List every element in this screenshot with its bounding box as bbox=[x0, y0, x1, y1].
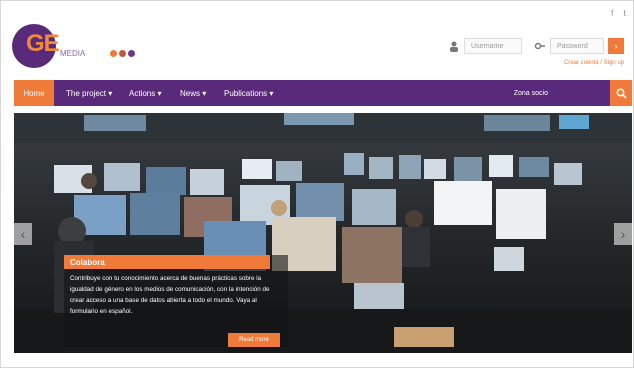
twitter-icon[interactable]: t bbox=[623, 8, 626, 18]
facebook-icon[interactable]: f bbox=[611, 8, 614, 18]
nav-item-actions[interactable]: Actions ▾ bbox=[129, 80, 161, 106]
caption-text: Contribuye con tu conocimiento acerca de… bbox=[70, 275, 270, 315]
search-icon bbox=[616, 88, 627, 99]
nav-item-publications[interactable]: Publications ▾ bbox=[224, 80, 273, 106]
logo-dot bbox=[110, 50, 117, 57]
slider-next-button[interactable]: › bbox=[614, 223, 632, 245]
logo-text: GE bbox=[26, 30, 60, 57]
search-button[interactable] bbox=[610, 80, 632, 106]
nav-members-area[interactable]: Zona socio bbox=[514, 80, 548, 106]
read-more-button[interactable]: Read more bbox=[228, 333, 280, 347]
nav-item-project[interactable]: The project ▾ bbox=[66, 80, 112, 106]
nav-item-home[interactable]: Home bbox=[14, 80, 54, 106]
logo-subtext: MEDIA bbox=[60, 49, 86, 58]
slider-prev-button[interactable]: ‹ bbox=[14, 223, 32, 245]
password-input[interactable]: Password bbox=[550, 38, 604, 54]
username-input[interactable]: Username bbox=[464, 38, 522, 54]
social-links: f t bbox=[611, 8, 626, 18]
slide-caption: Colabora Contribuye con tu conocimiento … bbox=[64, 255, 288, 347]
logo-dot bbox=[119, 50, 126, 57]
user-icon bbox=[448, 40, 460, 52]
key-icon bbox=[534, 40, 546, 52]
login-form: Username Password › Crear cuenta / Sign … bbox=[448, 38, 624, 74]
logo-dots bbox=[110, 50, 135, 57]
hero-slider[interactable]: ‹ › Colabora Contribuye con tu conocimie… bbox=[14, 113, 632, 353]
nav-item-news[interactable]: News ▾ bbox=[180, 80, 206, 106]
site-logo[interactable]: GE MEDIA bbox=[12, 24, 162, 76]
main-navigation: Home The project ▾ Actions ▾ News ▾ Publ… bbox=[14, 80, 632, 106]
login-submit-button[interactable]: › bbox=[608, 38, 624, 54]
caption-title: Colabora bbox=[64, 255, 270, 269]
register-link[interactable]: Crear cuenta / Sign up bbox=[564, 60, 624, 66]
logo-dot bbox=[128, 50, 135, 57]
